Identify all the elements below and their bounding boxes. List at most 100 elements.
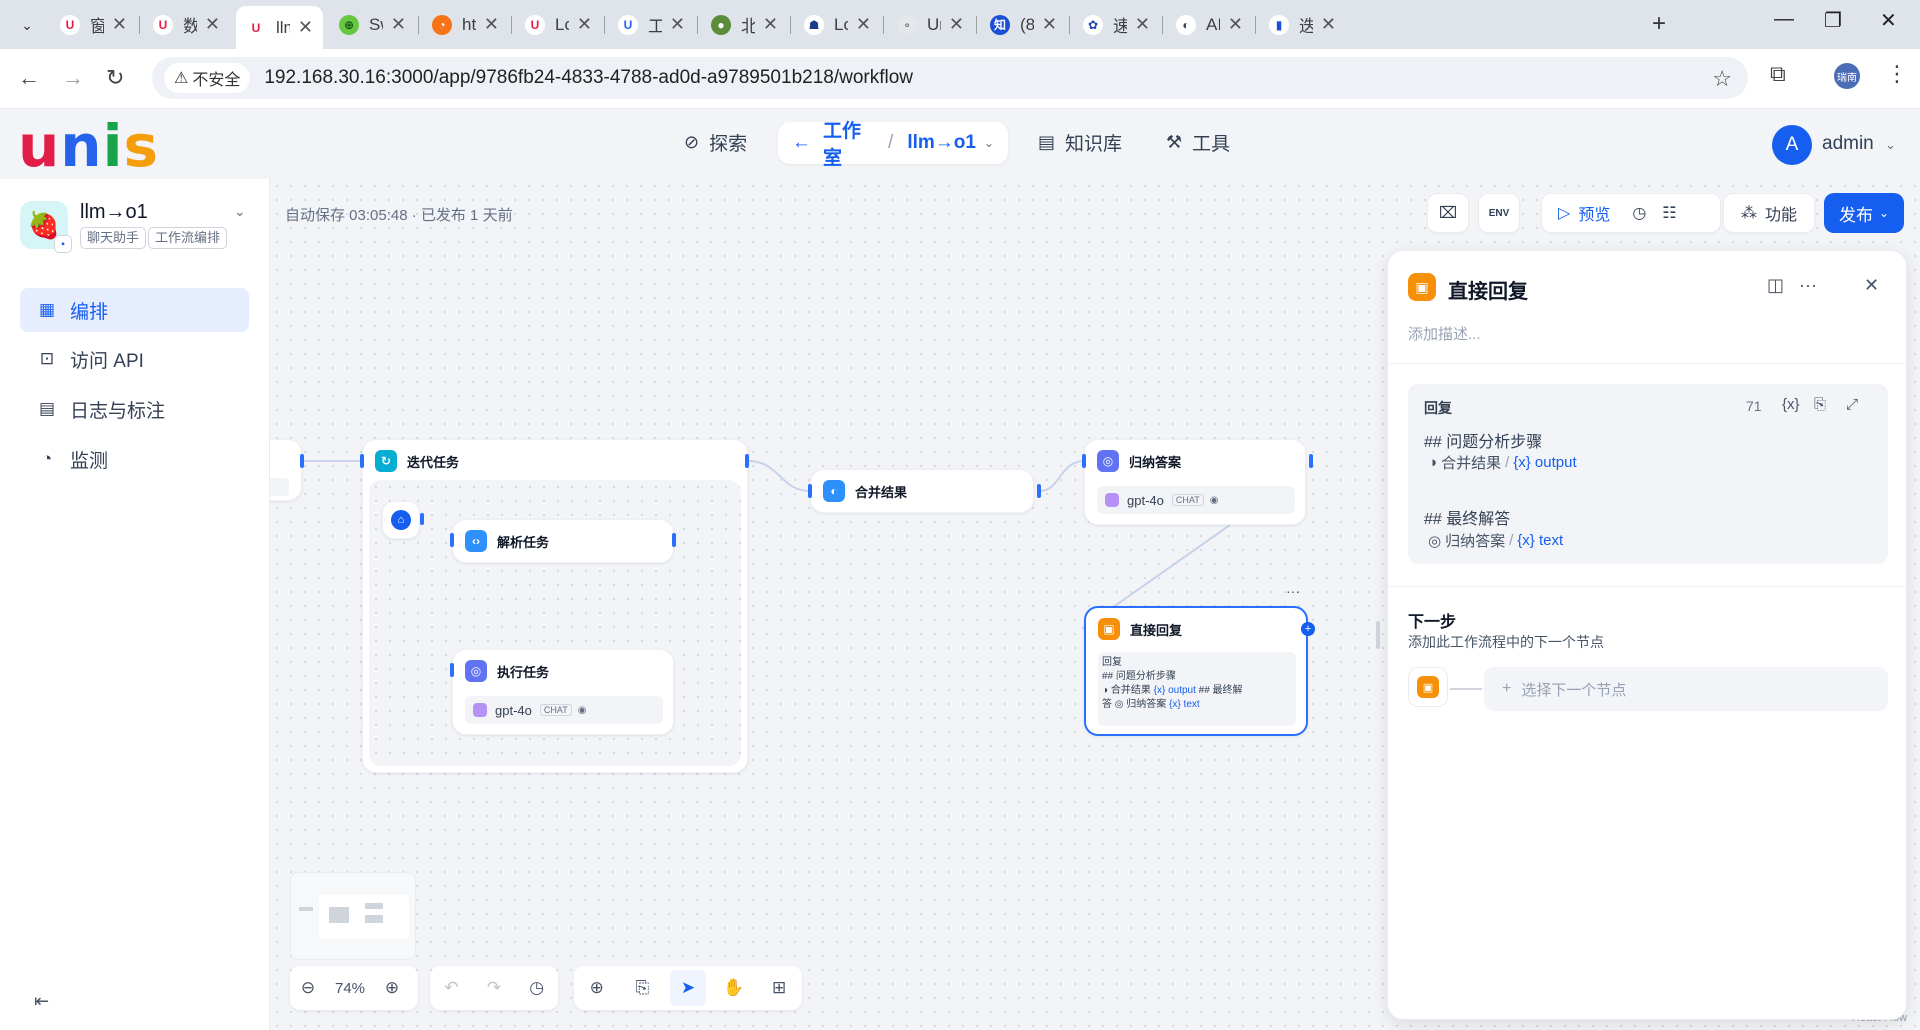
node-handle[interactable] xyxy=(1309,454,1313,468)
node-handle[interactable] xyxy=(300,454,304,468)
node-handle[interactable] xyxy=(1082,454,1086,468)
node-handle[interactable] xyxy=(450,663,454,677)
variable-chip[interactable]: ◎ 归纳答案 / {x} text xyxy=(1428,530,1563,551)
back-button[interactable]: ← xyxy=(18,65,40,91)
features-button[interactable]: ⁂ 功能 xyxy=(1723,193,1815,233)
minimap[interactable] xyxy=(290,872,416,960)
close-tab-icon[interactable]: ✕ xyxy=(856,14,871,35)
forward-button[interactable]: → xyxy=(62,65,84,91)
omnibox[interactable]: ⚠ 不安全 192.168.30.16:3000/app/9786fb24-48… xyxy=(152,57,1748,99)
hand-icon[interactable]: ✋ xyxy=(716,978,752,998)
zoom-out-icon[interactable]: ⊖ xyxy=(290,978,326,998)
close-tab-icon[interactable]: ✕ xyxy=(205,14,220,35)
close-tab-icon[interactable]: ✕ xyxy=(763,14,778,35)
node-more-icon[interactable]: ··· xyxy=(1286,583,1300,599)
parse-task-node[interactable]: ‹› 解析任务 xyxy=(452,519,674,563)
browser-tab[interactable]: ● 北京 ✕ xyxy=(701,6,788,43)
sidebar-item-api[interactable]: ⊡ 访问 API xyxy=(20,337,249,381)
more-icon[interactable]: ··· xyxy=(1799,275,1817,296)
browser-menu-icon[interactable]: ⋮ xyxy=(1886,61,1908,87)
add-node-icon[interactable]: ⊕ xyxy=(579,978,615,998)
zoom-in-icon[interactable]: ⊕ xyxy=(374,978,410,998)
summarize-node[interactable]: ◎ 归纳答案 gpt-4o CHAT ◉ xyxy=(1084,439,1306,525)
node-handle[interactable] xyxy=(1037,484,1041,498)
node-handle[interactable] xyxy=(672,533,676,547)
book-open-icon[interactable]: ◫ xyxy=(1767,275,1784,296)
node-handle[interactable] xyxy=(450,533,454,547)
reply-editor[interactable]: 回复 71 {x} ⎘ ⤢ ## 问题分析步骤 ◑ 合并结果 / {x} out… xyxy=(1408,384,1888,564)
close-tab-icon[interactable]: ✕ xyxy=(577,14,592,35)
user-avatar[interactable]: A xyxy=(1772,125,1812,165)
browser-tab[interactable]: ∘ Uni ✕ xyxy=(887,6,974,43)
checklist-button[interactable]: ⌧ xyxy=(1427,193,1469,233)
sidebar-item-monitor[interactable]: ◔ 监测 xyxy=(20,437,249,481)
browser-tab[interactable]: ☗ Log ✕ xyxy=(794,6,881,43)
add-next-node-icon[interactable]: + xyxy=(1301,622,1315,636)
add-note-icon[interactable]: ⎘ xyxy=(624,978,660,998)
close-tab-icon[interactable]: ✕ xyxy=(1135,14,1150,35)
merge-result-node[interactable]: ◐ 合并结果 xyxy=(810,469,1034,513)
direct-reply-node[interactable]: ▣ 直接回复 回复 ## 问题分析步骤 ◑ 合并结果 {x} output ##… xyxy=(1084,606,1308,736)
zoom-level[interactable]: 74% xyxy=(326,980,374,997)
history-icon[interactable]: ◷ xyxy=(1632,203,1646,223)
app-switcher[interactable]: llm→o1 xyxy=(907,132,976,154)
preview-button[interactable]: 预览 xyxy=(1578,201,1610,225)
browser-tab[interactable]: U Log ✕ xyxy=(515,6,602,43)
node-handle[interactable] xyxy=(745,454,749,468)
execute-task-node[interactable]: ◎ 执行任务 gpt-4o CHAT ◉ xyxy=(452,649,674,735)
close-tab-icon[interactable]: ✕ xyxy=(1321,14,1336,35)
chevron-down-icon[interactable]: ⌄ xyxy=(234,203,246,220)
nav-tools[interactable]: ⚒ 工具 xyxy=(1166,129,1230,156)
browser-tab[interactable]: ◐ AI- ✕ xyxy=(1166,6,1253,43)
unis-logo[interactable]: unis xyxy=(18,117,159,175)
pointer-icon[interactable]: ➤ xyxy=(669,970,706,1006)
sidebar-item-orchestrate[interactable]: ▦ 编排 xyxy=(20,288,249,332)
close-window-button[interactable]: ✕ xyxy=(1880,8,1897,33)
username[interactable]: admin ⌄ xyxy=(1822,133,1896,155)
maximize-button[interactable]: ❐ xyxy=(1824,8,1842,33)
browser-tab[interactable]: U 数据 ✕ xyxy=(143,6,230,43)
collapse-sidebar-icon[interactable]: ⇤ xyxy=(34,991,49,1012)
nav-knowledge[interactable]: ▤ 知识库 xyxy=(1038,129,1122,156)
browser-tab[interactable]: ◔ http ✕ xyxy=(422,6,509,43)
panel-resize-handle[interactable] xyxy=(1376,621,1380,649)
expand-icon[interactable]: ⤢ xyxy=(1846,396,1858,413)
history-icon[interactable]: ◷ xyxy=(519,978,555,998)
redo-icon[interactable]: ↷ xyxy=(476,978,512,998)
security-indicator[interactable]: ⚠ 不安全 xyxy=(164,63,251,93)
copy-icon[interactable]: ⎘ xyxy=(1814,396,1826,413)
publish-button[interactable]: 发布 ⌄ xyxy=(1824,193,1904,233)
node-handle[interactable] xyxy=(808,484,812,498)
nav-explore[interactable]: ⊘ 探索 xyxy=(684,129,747,156)
model-selector[interactable]: gpt-4o CHAT ◉ xyxy=(465,696,663,724)
node-handle[interactable] xyxy=(360,454,364,468)
env-button[interactable]: ENV xyxy=(1478,193,1520,233)
new-tab-button[interactable]: + xyxy=(1652,10,1666,38)
browser-tab[interactable]: U 工具 ✕ xyxy=(608,6,695,43)
close-tab-icon[interactable]: ✕ xyxy=(1228,14,1243,35)
reload-button[interactable]: ↻ xyxy=(106,65,124,91)
close-tab-icon[interactable]: ✕ xyxy=(112,14,127,35)
close-tab-icon[interactable]: ✕ xyxy=(670,14,685,35)
close-tab-icon[interactable]: ✕ xyxy=(298,17,313,38)
url-text[interactable]: 192.168.30.16:3000/app/9786fb24-4833-478… xyxy=(264,67,913,89)
insert-variable-icon[interactable]: {x} xyxy=(1782,396,1800,413)
undo-icon[interactable]: ↶ xyxy=(433,978,469,998)
node-handle[interactable] xyxy=(420,513,424,525)
sidebar-item-logs[interactable]: ▤ 日志与标注 xyxy=(20,387,249,431)
bookmark-star-icon[interactable]: ☆ xyxy=(1712,66,1732,92)
close-tab-icon[interactable]: ✕ xyxy=(391,14,406,35)
tab-search-button[interactable]: ⌄ xyxy=(14,12,40,38)
extensions-icon[interactable]: ⧉ xyxy=(1770,61,1786,87)
nav-studio[interactable]: ← 工作室 / llm→o1 ⌄ xyxy=(778,121,1008,169)
browser-tab[interactable]: Ullm ✕ xyxy=(236,6,323,49)
variable-chip[interactable]: ◑ 合并结果 / {x} output xyxy=(1428,452,1577,473)
browser-tab[interactable]: ▮ 迭代 ✕ xyxy=(1259,6,1346,43)
browser-tab[interactable]: ✿ 速写 ✕ xyxy=(1073,6,1160,43)
close-tab-icon[interactable]: ✕ xyxy=(1042,14,1057,35)
close-icon[interactable]: ✕ xyxy=(1864,275,1879,296)
checklist-icon[interactable]: ☷ xyxy=(1662,203,1676,223)
iteration-start-node[interactable]: ⌂ xyxy=(382,501,420,539)
profile-avatar[interactable]: 瑞南 xyxy=(1834,63,1860,89)
minimize-button[interactable]: — xyxy=(1774,8,1794,31)
